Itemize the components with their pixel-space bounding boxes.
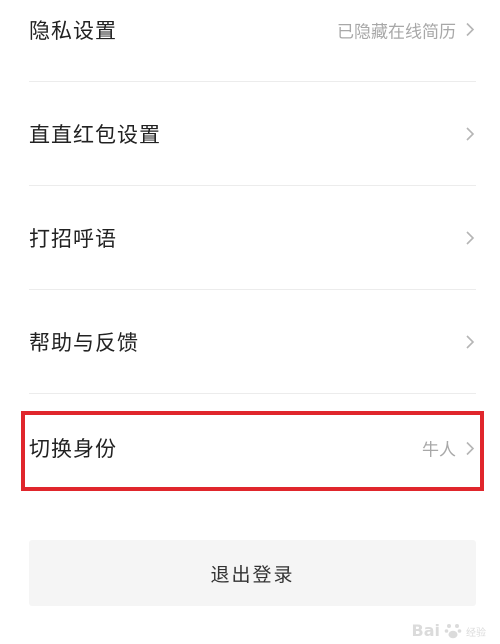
settings-item-red-packet[interactable]: 直直红包设置 xyxy=(29,82,476,186)
settings-item-right xyxy=(456,229,476,247)
settings-item-privacy[interactable]: 隐私设置 已隐藏在线简历 xyxy=(29,0,476,82)
settings-item-label: 切换身份 xyxy=(29,437,117,461)
chevron-right-icon xyxy=(464,333,476,351)
settings-item-label: 帮助与反馈 xyxy=(29,330,139,355)
watermark-brand: Bai xyxy=(411,621,440,640)
settings-item-right: 牛人 xyxy=(422,436,476,461)
chevron-right-icon xyxy=(464,125,476,143)
settings-item-greeting[interactable]: 打招呼语 xyxy=(29,186,476,290)
settings-item-value: 已隐藏在线简历 xyxy=(337,22,456,42)
settings-item-right xyxy=(456,125,476,143)
settings-item-right: 已隐藏在线简历 xyxy=(337,17,476,42)
settings-item-label: 直直红包设置 xyxy=(29,122,161,147)
settings-item-value: 牛人 xyxy=(422,440,456,461)
settings-item-switch-identity[interactable]: 切换身份 牛人 xyxy=(29,396,476,500)
settings-item-help-feedback[interactable]: 帮助与反馈 xyxy=(29,290,476,394)
settings-item-label: 打招呼语 xyxy=(29,226,117,251)
paw-icon xyxy=(444,624,462,639)
watermark-sub: 经验 xyxy=(466,628,486,639)
logout-button[interactable]: 退出登录 xyxy=(29,540,476,606)
chevron-right-icon xyxy=(464,439,476,457)
baidu-jingyan-watermark: Bai 经验 xyxy=(412,621,486,640)
settings-screen: 隐私设置 已隐藏在线简历 直直红包设置 打招呼语 帮助与反馈 切换身份 牛人 退… xyxy=(0,0,500,644)
settings-item-label: 隐私设置 xyxy=(29,18,117,43)
chevron-right-icon xyxy=(464,229,476,247)
chevron-right-icon xyxy=(464,21,476,39)
settings-item-right xyxy=(456,333,476,351)
